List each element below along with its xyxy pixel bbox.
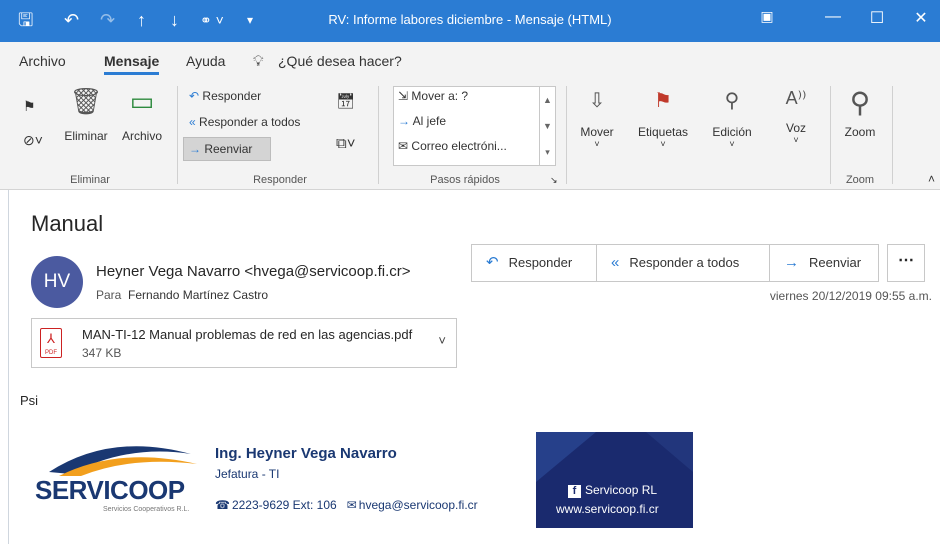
group-label-zoom: Zoom: [845, 174, 875, 186]
reply-icon: ↶: [189, 89, 200, 103]
quick-step-move[interactable]: ⇲ Mover a: ?: [398, 89, 468, 103]
tab-ayuda[interactable]: Ayuda: [186, 53, 225, 69]
tab-archivo[interactable]: Archivo: [19, 53, 66, 69]
email-signature: SERVICOOP Servicios Cooperativos R.L. In…: [31, 430, 693, 530]
move-to-icon: ⇲: [398, 89, 409, 103]
forward-button-pane[interactable]: → Reenviar: [769, 245, 878, 281]
website-link[interactable]: www.servicoop.fi.cr: [556, 502, 659, 516]
reply-icon: ↶: [486, 254, 499, 271]
reply-all-button-pane[interactable]: «Responder a todos: [596, 245, 769, 281]
group-label-eliminar: Eliminar: [70, 174, 110, 186]
to-label: Para: [96, 288, 122, 302]
collapse-ribbon-icon[interactable]: ˄: [928, 172, 935, 186]
signature-contact: ☎ 2223-9629 Ext: 106 ✉ hvega@servicoop.fi.…: [215, 498, 478, 512]
reply-all-button[interactable]: « Responder a todos: [189, 115, 300, 129]
message-subject: Manual: [31, 211, 104, 236]
trash-icon: 🗑︎: [69, 86, 103, 116]
signature-phone: 2223-9629 Ext: 106: [231, 498, 337, 512]
reply-all-icon: «: [189, 115, 196, 129]
dialog-launcher-icon[interactable]: ↘: [550, 175, 558, 186]
magnifier-icon: ⚲: [849, 87, 871, 118]
group-label-responder: Responder: [253, 174, 307, 186]
email-icon: ✉: [346, 498, 357, 512]
quick-steps-scroll-up[interactable]: ▲: [539, 87, 555, 113]
reply-button[interactable]: ↶ Responder: [189, 89, 261, 103]
avatar[interactable]: HV: [31, 256, 83, 308]
message-body: Psi: [20, 393, 39, 408]
phone-icon: ☎: [215, 498, 230, 512]
message-actions: ↶ Responder «Responder a todos → Reenviar: [471, 244, 879, 282]
ribbon: ⚑ ⊘˅ 🗑︎ Eliminar ▭ Archivo Eliminar ↶ Re…: [0, 80, 940, 190]
forward-icon: →: [189, 142, 201, 156]
move-icon: ⇩: [588, 90, 606, 112]
voice-button[interactable]: A⁾⁾ Voz ˅: [774, 88, 818, 145]
quick-steps-scroll-down[interactable]: ▼: [539, 113, 555, 139]
editing-button[interactable]: ⚲ Edición ˅: [703, 88, 761, 149]
reply-button-pane[interactable]: ↶ Responder: [472, 245, 596, 281]
divider: [566, 86, 567, 184]
chevron-down-icon[interactable]: ˅: [438, 333, 446, 348]
pdf-icon: ⅄ PDF: [40, 328, 62, 358]
ribbon-display-icon[interactable]: ▣: [752, 8, 782, 25]
more-actions-button[interactable]: ⋯: [887, 244, 925, 282]
quick-steps-gallery: ⇲ Mover a: ? → Al jefe ✉ Correo electrón…: [393, 86, 556, 166]
chevron-down-icon: ˅: [729, 139, 735, 149]
minimize-button[interactable]: —: [818, 8, 848, 26]
archive-icon: ▭: [129, 86, 155, 116]
title-bar: 🖫 ↶ ↷ ↑ ↓ ⚭ ˅ ▾ RV: Informe labores dici…: [0, 0, 940, 42]
signature-email[interactable]: hvega@servicoop.fi.cr: [359, 498, 478, 512]
delete-button[interactable]: 🗑︎ Eliminar: [62, 86, 110, 143]
attachment-card[interactable]: ⅄ PDF MAN-TI-12 Manual problemas de red …: [31, 318, 457, 368]
signature-banner: f Servicoop RL www.servicoop.fi.cr: [536, 432, 693, 528]
servicoop-logo: SERVICOOP Servicios Cooperativos R.L.: [31, 430, 206, 530]
divider: [177, 86, 178, 184]
maximize-button[interactable]: ☐: [862, 8, 892, 28]
logo-subtitle: Servicios Cooperativos R.L.: [103, 506, 190, 513]
search-icon: ⚲: [724, 90, 740, 112]
signature-name: Ing. Heyner Vega Navarro: [215, 445, 397, 462]
facebook-icon: f: [568, 485, 581, 498]
chevron-down-icon: ˅: [793, 135, 799, 145]
archive-button[interactable]: ▭ Archivo: [116, 86, 168, 143]
attachment-size: 347 KB: [82, 346, 122, 360]
facebook-link[interactable]: f Servicoop RL: [568, 483, 657, 498]
tags-button[interactable]: ⚑ Etiquetas ˅: [632, 88, 694, 149]
cleanup-icon[interactable]: ⊘˅: [23, 132, 43, 149]
lightbulb-icon: 💡︎: [253, 53, 264, 70]
pane-border: [8, 190, 9, 544]
group-label-quick-steps: Pasos rápidos: [430, 174, 500, 186]
sender-name[interactable]: Heyner Vega Navarro <hvega@servicoop.fi.…: [96, 263, 411, 280]
ignore-icon[interactable]: ⚑: [23, 98, 36, 115]
message-datetime: viernes 20/12/2019 09:55 a.m.: [769, 289, 932, 303]
window-title: RV: Informe labores diciembre - Mensaje …: [328, 12, 612, 27]
attachment-name: MAN-TI-12 Manual problemas de red en las…: [82, 327, 413, 342]
read-aloud-icon: A⁾⁾: [785, 88, 807, 108]
zoom-button[interactable]: ⚲ Zoom: [838, 86, 882, 139]
reply-all-icon: «: [611, 254, 620, 271]
recipients-row: Para Fernando Martínez Castro: [96, 288, 268, 302]
tell-me-search[interactable]: ¿Qué desea hacer?: [278, 53, 402, 69]
recipient-name[interactable]: Fernando Martínez Castro: [128, 288, 268, 302]
tab-mensaje[interactable]: Mensaje: [104, 53, 160, 75]
envelope-icon: ✉: [398, 139, 409, 153]
arrow-right-icon: →: [398, 114, 410, 128]
meeting-icon[interactable]: 📅︎: [336, 92, 355, 110]
forward-button[interactable]: → Reenviar: [189, 142, 252, 156]
divider: [378, 86, 379, 184]
signature-role: Jefatura - TI: [215, 467, 280, 481]
forward-icon: →: [784, 254, 799, 271]
flag-icon: ⚑: [654, 90, 672, 112]
divider: [892, 86, 893, 184]
move-button[interactable]: ⇩ Mover ˅: [574, 88, 620, 149]
menu-bar: Archivo Mensaje Ayuda 💡︎ ¿Qué desea hace…: [0, 42, 940, 80]
more-respond-icon[interactable]: ⧉˅: [336, 135, 355, 152]
chevron-down-icon: ˅: [660, 139, 666, 149]
quick-step-boss[interactable]: → Al jefe: [398, 114, 446, 128]
divider: [830, 86, 831, 184]
logo-wordmark: SERVICOOP: [35, 475, 185, 505]
close-button[interactable]: ✕: [906, 8, 936, 28]
quick-step-email[interactable]: ✉ Correo electróni...: [398, 139, 507, 153]
quick-steps-expand[interactable]: ▾: [539, 139, 555, 165]
chevron-down-icon: ˅: [594, 139, 600, 149]
